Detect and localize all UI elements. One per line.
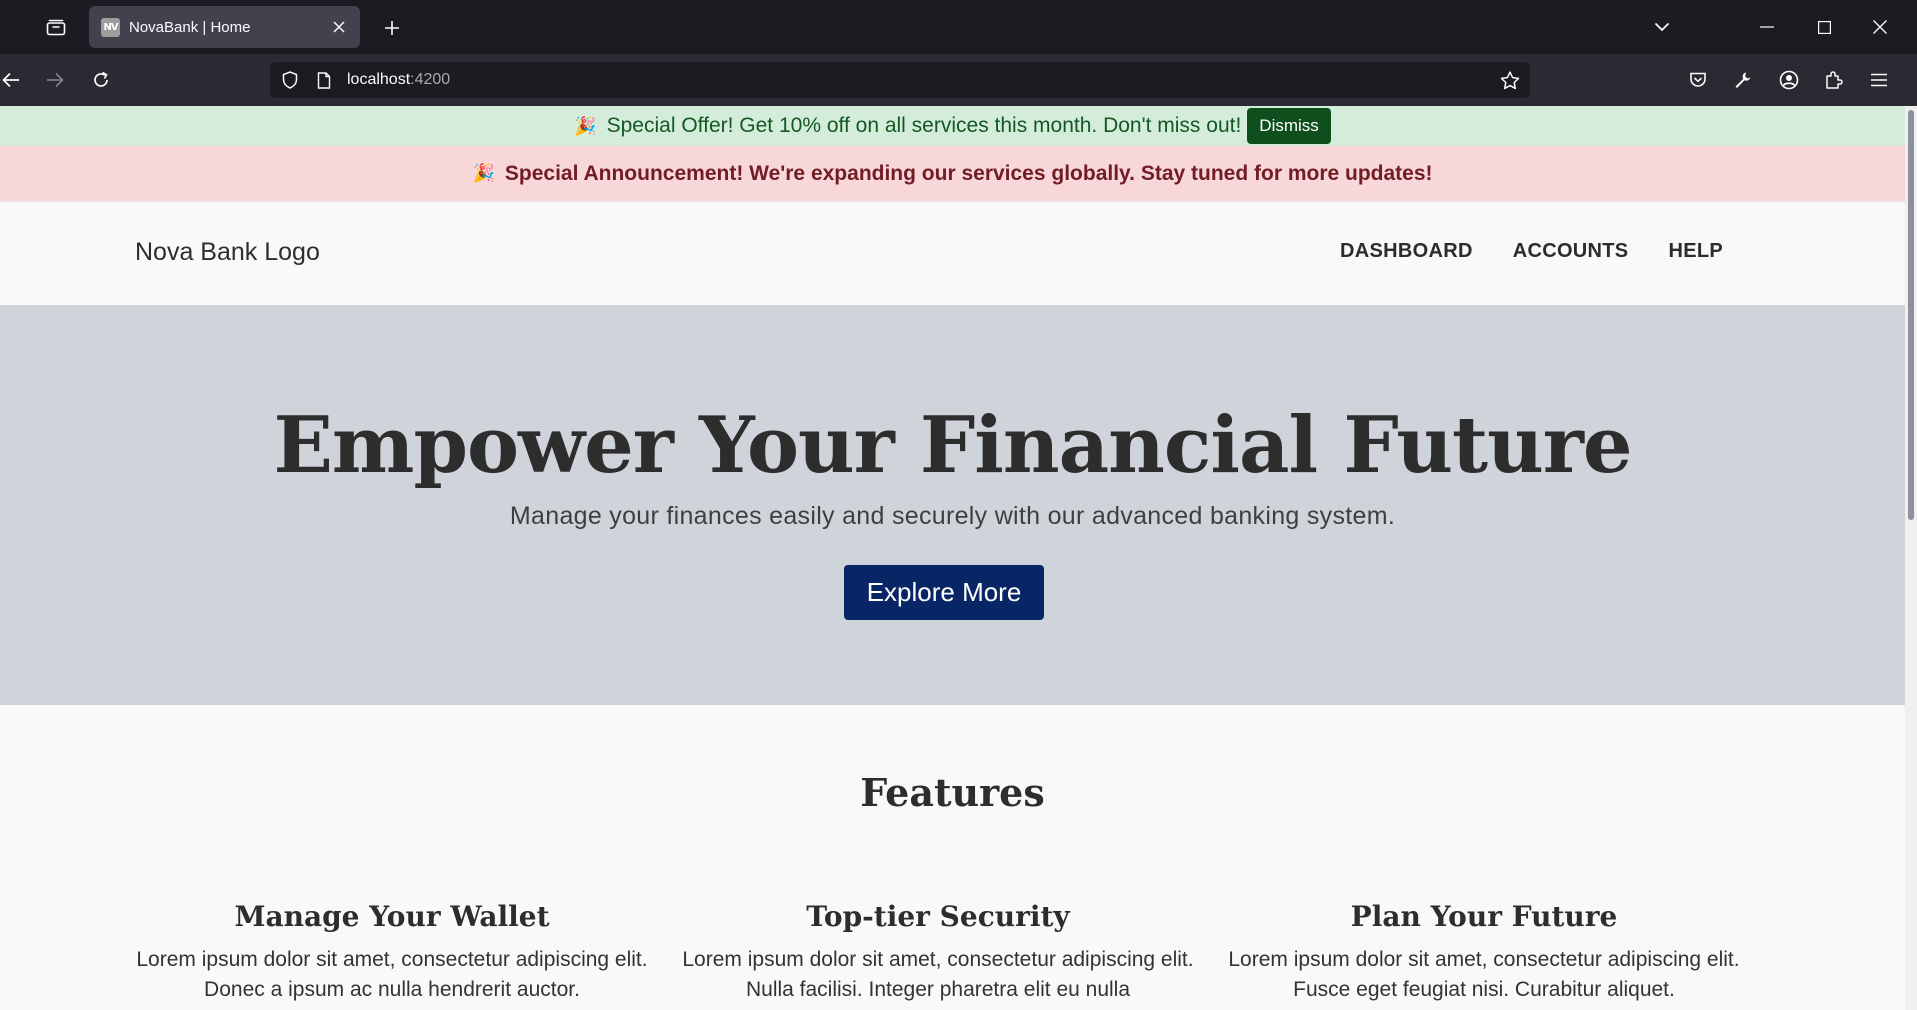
- favicon: NV: [101, 17, 120, 37]
- features-section: Features Manage Your Wallet Lorem ipsum …: [0, 705, 1905, 1010]
- hero-section: Empower Your Financial Future Manage you…: [0, 305, 1905, 705]
- site-header: Nova Bank Logo DASHBOARD ACCOUNTS HELP: [0, 201, 1905, 305]
- shield-icon[interactable]: [280, 70, 300, 90]
- feature-card-wallet: Manage Your Wallet Lorem ipsum dolor sit…: [132, 900, 652, 1005]
- feature-text: Lorem ipsum dolor sit amet, consectetur …: [1228, 948, 1740, 1001]
- feature-title: Top-tier Security: [806, 900, 1070, 933]
- feature-title: Plan Your Future: [1350, 900, 1618, 933]
- page-scrollbar[interactable]: [1905, 106, 1917, 1010]
- extensions-icon[interactable]: [1820, 66, 1848, 94]
- close-icon[interactable]: [326, 14, 352, 40]
- offer-banner: 🎉 Special Offer! Get 10% off on all serv…: [0, 106, 1905, 146]
- party-icon: 🎉: [574, 115, 597, 137]
- close-window-icon[interactable]: [1865, 12, 1895, 42]
- nav-dashboard[interactable]: DASHBOARD: [1340, 240, 1473, 263]
- offer-text: Special Offer! Get 10% off on all servic…: [606, 114, 1242, 137]
- star-icon[interactable]: [1500, 70, 1520, 90]
- scrollbar-thumb[interactable]: [1908, 110, 1914, 520]
- announcement-banner: 🎉 Special Announcement! We're expanding …: [0, 146, 1905, 201]
- features-heading: Features: [860, 770, 1045, 815]
- address-bar[interactable]: localhost:4200: [270, 62, 1530, 98]
- nav-help[interactable]: HELP: [1668, 240, 1723, 263]
- minimize-icon[interactable]: [1752, 12, 1782, 42]
- chevron-down-icon[interactable]: [1647, 12, 1677, 42]
- pocket-icon[interactable]: [1684, 66, 1712, 94]
- page-viewport: 🎉 Special Offer! Get 10% off on all serv…: [0, 106, 1905, 1010]
- url-host: localhost: [347, 71, 411, 88]
- account-icon[interactable]: [1775, 66, 1803, 94]
- main-nav: DASHBOARD ACCOUNTS HELP: [1340, 240, 1723, 263]
- menu-icon[interactable]: [1865, 66, 1893, 94]
- logo[interactable]: Nova Bank Logo: [135, 238, 320, 267]
- url-port: :4200: [410, 71, 451, 88]
- back-icon[interactable]: [0, 65, 26, 95]
- plus-icon[interactable]: [378, 14, 406, 42]
- page-icon[interactable]: [314, 70, 334, 90]
- feature-text: Lorem ipsum dolor sit amet, consectetur …: [136, 948, 648, 1001]
- announcement-text: Special Announcement! We're expanding ou…: [504, 161, 1433, 185]
- hero-subtitle: Manage your finances easily and securely…: [509, 502, 1396, 530]
- url-text[interactable]: localhost:4200: [347, 71, 450, 89]
- browser-tab-active[interactable]: NV NovaBank | Home: [89, 6, 360, 48]
- explore-more-button[interactable]: Explore More: [844, 565, 1044, 620]
- browser-tab-bar: NV NovaBank | Home: [0, 0, 1917, 54]
- tab-title: NovaBank | Home: [129, 18, 251, 36]
- forward-icon[interactable]: [40, 65, 70, 95]
- tab-overview-icon[interactable]: [42, 14, 70, 40]
- wrench-icon[interactable]: [1729, 66, 1757, 94]
- feature-card-security: Top-tier Security Lorem ipsum dolor sit …: [678, 900, 1198, 1005]
- reload-icon[interactable]: [86, 65, 116, 95]
- feature-text: Lorem ipsum dolor sit amet, consectetur …: [682, 948, 1194, 1001]
- dismiss-button[interactable]: Dismiss: [1247, 108, 1331, 144]
- nav-accounts[interactable]: ACCOUNTS: [1513, 240, 1629, 263]
- browser-nav-bar: localhost:4200: [0, 54, 1917, 106]
- maximize-icon[interactable]: [1809, 12, 1839, 42]
- hero-title: Empower Your Financial Future: [273, 400, 1632, 491]
- party-popper-icon: 🎉: [472, 163, 495, 184]
- feature-title: Manage Your Wallet: [234, 900, 550, 933]
- feature-card-future: Plan Your Future Lorem ipsum dolor sit a…: [1224, 900, 1744, 1005]
